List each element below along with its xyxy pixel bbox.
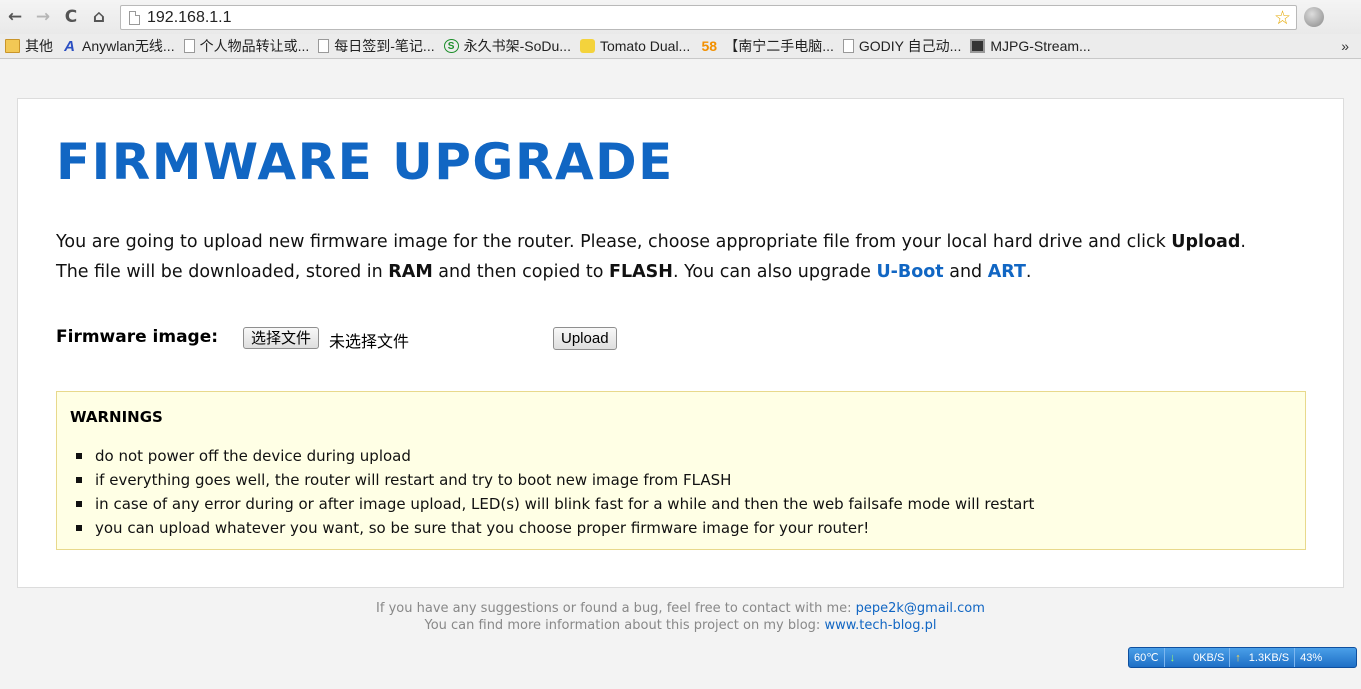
bookmark-item[interactable]: 其他 — [5, 36, 53, 56]
bookmark-label: 永久书架-SoDu... — [463, 38, 571, 54]
bookmark-label: GODIY 自己动... — [858, 38, 962, 54]
back-button[interactable]: ← — [2, 4, 28, 30]
intro-text-part: . You can also upgrade — [672, 262, 877, 282]
upload-arrow-icon: ↑ — [1235, 651, 1241, 664]
bookmark-star-icon[interactable]: ☆ — [1274, 7, 1291, 29]
forward-button[interactable]: → — [30, 4, 56, 30]
browser-menu-icon[interactable] — [1304, 7, 1324, 27]
bookmark-item[interactable]: A Anywlan无线... — [62, 36, 175, 56]
upload-readout: ↑ 1.3KB/S — [1230, 648, 1296, 667]
bookmark-item[interactable]: S 永久书架-SoDu... — [443, 36, 571, 56]
reload-icon: C — [64, 7, 78, 27]
blog-link[interactable]: www.tech-blog.pl — [824, 618, 936, 633]
footer-contact-text: If you have any suggestions or found a b… — [376, 601, 856, 616]
page-title: FIRMWARE UPGRADE — [56, 133, 674, 191]
firmware-upload-row: Firmware image: 选择文件 未选择文件 Upload — [56, 325, 756, 351]
upload-button[interactable]: Upload — [553, 327, 617, 350]
footer: If you have any suggestions or found a b… — [0, 600, 1361, 634]
intro-upload-emphasis: Upload — [1171, 232, 1241, 252]
bookmark-label: MJPG-Stream... — [990, 38, 1091, 54]
footer-contact-line: If you have any suggestions or found a b… — [0, 600, 1361, 617]
bookmark-label: 【南宁二手电脑... — [724, 38, 834, 54]
bookmark-label: 个人物品转让或... — [199, 38, 310, 54]
warning-item: in case of any error during or after ima… — [75, 492, 1034, 516]
forward-arrow-icon: → — [35, 7, 51, 27]
home-icon: ⌂ — [92, 7, 106, 27]
warning-item: do not power off the device during uploa… — [75, 444, 1034, 468]
bookmark-item[interactable]: 个人物品转让或... — [183, 36, 310, 56]
intro-text-part: You are going to upload new firmware ima… — [56, 232, 1172, 252]
address-bar[interactable]: 192.168.1.1 ☆ — [120, 5, 1297, 30]
bookmark-item[interactable]: 58 【南宁二手电脑... — [699, 36, 834, 56]
bookmark-item[interactable]: MJPG-Stream... — [970, 38, 1091, 54]
folder-icon — [5, 39, 20, 53]
intro-text-part: and — [943, 262, 988, 282]
temperature-readout: 60℃ — [1129, 648, 1165, 667]
tomato-icon — [579, 39, 595, 53]
page-icon — [129, 10, 140, 25]
bookmark-label: 每日签到-笔记... — [334, 38, 435, 54]
bookmark-label: Tomato Dual... — [599, 38, 691, 54]
home-button[interactable]: ⌂ — [86, 4, 112, 30]
intro-ram-emphasis: RAM — [388, 262, 433, 282]
firmware-image-label: Firmware image: — [56, 327, 219, 347]
warning-item: if everything goes well, the router will… — [75, 468, 1034, 492]
page-icon — [842, 39, 854, 53]
bookmark-item[interactable]: GODIY 自己动... — [842, 36, 962, 56]
download-readout: ↓ 0KB/S — [1165, 648, 1231, 667]
choose-file-button[interactable]: 选择文件 — [243, 327, 320, 349]
warnings-list: do not power off the device during uploa… — [75, 444, 1034, 540]
intro-text-part: . — [1025, 262, 1032, 282]
anywlan-icon: A — [64, 37, 75, 55]
url-text: 192.168.1.1 — [147, 8, 232, 26]
browser-toolbar: ← → C ⌂ 192.168.1.1 ☆ — [0, 0, 1361, 34]
warning-item: you can upload whatever you want, so be … — [75, 516, 1034, 540]
footer-blog-text: You can find more information about this… — [424, 618, 825, 633]
download-arrow-icon: ↓ — [1169, 651, 1176, 664]
film-icon — [970, 39, 986, 53]
more-bookmarks-chevron-icon[interactable]: » — [1341, 38, 1349, 54]
email-link[interactable]: pepe2k@gmail.com — [856, 601, 985, 616]
bookmarks-bar: 其他 A Anywlan无线... 个人物品转让或... 每日签到-笔记... S… — [0, 34, 1361, 59]
bookmark-item[interactable]: 每日签到-笔记... — [318, 36, 435, 56]
58-icon: 58 — [701, 38, 718, 54]
firmware-upgrade-card: FIRMWARE UPGRADE You are going to upload… — [17, 98, 1344, 588]
file-status-text: 未选择文件 — [329, 332, 410, 351]
intro-text-part: . — [1240, 232, 1246, 252]
uboot-link[interactable]: U-Boot — [876, 262, 943, 282]
intro-text-part: and then copied to — [432, 262, 610, 282]
bookmark-label: Anywlan无线... — [82, 38, 175, 54]
bookmark-label: 其他 — [25, 38, 53, 54]
back-arrow-icon: ← — [7, 7, 23, 27]
warnings-box: WARNINGS do not power off the device dur… — [56, 391, 1306, 550]
download-speed: 0KB/S — [1193, 651, 1225, 664]
intro-text: You are going to upload new firmware ima… — [56, 227, 1246, 287]
sodu-icon: S — [443, 39, 459, 53]
reload-button[interactable]: C — [58, 4, 84, 30]
upload-speed: 1.3KB/S — [1248, 651, 1290, 664]
art-link[interactable]: ART — [988, 262, 1026, 282]
page-icon — [183, 39, 195, 53]
intro-text-part: The file will be downloaded, stored in — [56, 262, 389, 282]
intro-flash-emphasis: FLASH — [609, 262, 673, 282]
warnings-title: WARNINGS — [70, 408, 163, 426]
bookmark-item[interactable]: Tomato Dual... — [579, 38, 691, 54]
page-icon — [318, 39, 330, 53]
footer-blog-line: You can find more information about this… — [0, 617, 1361, 634]
network-monitor-widget: 60℃ ↓ 0KB/S ↑ 1.3KB/S 43% — [1128, 647, 1357, 668]
cpu-readout: 43% — [1300, 651, 1323, 664]
